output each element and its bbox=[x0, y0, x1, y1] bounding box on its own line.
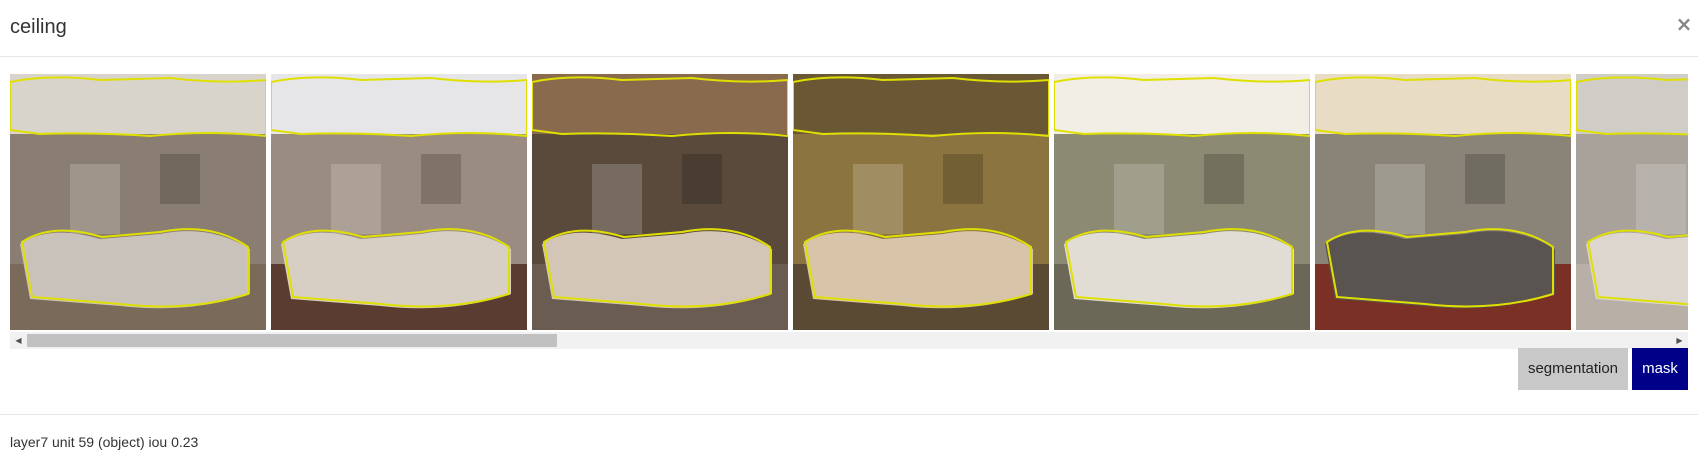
gallery-image-5 bbox=[1054, 74, 1310, 330]
image-strip[interactable] bbox=[10, 74, 1688, 330]
scroll-left-icon[interactable]: ◀ bbox=[10, 332, 27, 349]
gallery-image-1 bbox=[10, 74, 266, 330]
gallery-image-4 bbox=[793, 74, 1049, 330]
scrollbar-thumb[interactable] bbox=[27, 334, 557, 347]
unit-info: layer7 unit 59 (object) iou 0.23 bbox=[10, 434, 199, 450]
gallery-image-6 bbox=[1315, 74, 1571, 330]
close-icon[interactable]: × bbox=[1674, 12, 1694, 36]
gallery-image-7 bbox=[1576, 74, 1688, 330]
gallery-image-3 bbox=[532, 74, 788, 330]
dialog-body: ◀ ▶ segmentation mask bbox=[0, 57, 1698, 414]
unit-dialog: ceiling × ◀ ▶ segmentation mask layer7 u… bbox=[0, 0, 1698, 463]
scroll-right-icon[interactable]: ▶ bbox=[1671, 332, 1688, 349]
mask-button[interactable]: mask bbox=[1632, 348, 1688, 390]
horizontal-scrollbar[interactable]: ◀ ▶ bbox=[10, 332, 1688, 349]
dialog-footer: layer7 unit 59 (object) iou 0.23 bbox=[0, 414, 1698, 463]
dialog-title: ceiling bbox=[10, 16, 67, 38]
gallery-image-2 bbox=[271, 74, 527, 330]
segmentation-button[interactable]: segmentation bbox=[1518, 348, 1628, 390]
dialog-header: ceiling × bbox=[0, 0, 1698, 57]
